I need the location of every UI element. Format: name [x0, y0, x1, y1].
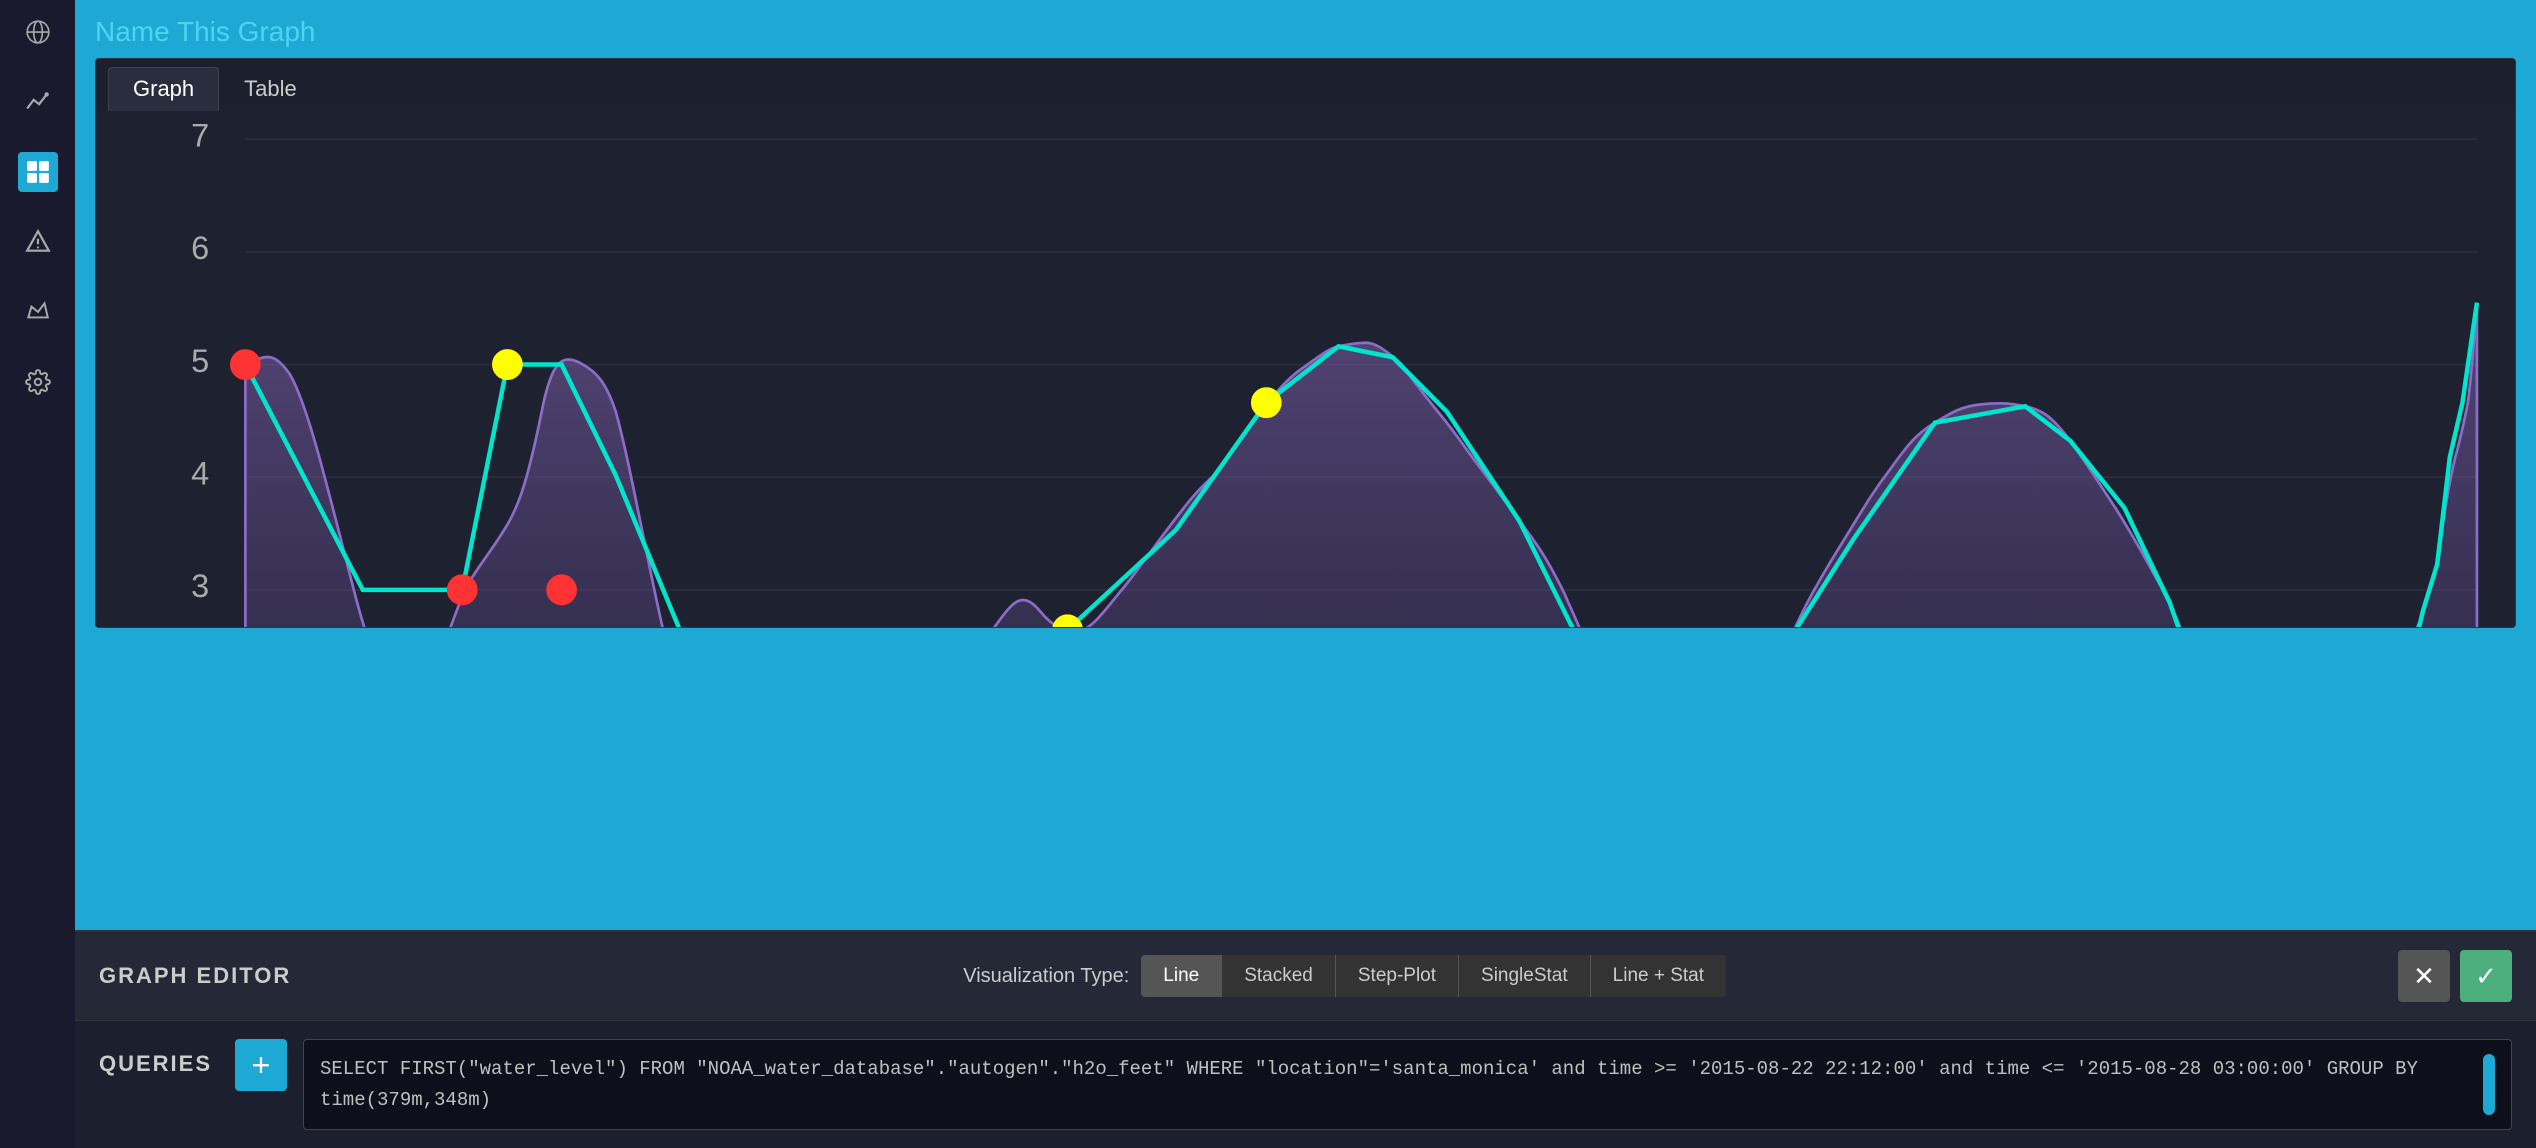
- chart-svg: 7 6 5 4 3 2 1 0: [146, 121, 2495, 628]
- confirm-button[interactable]: ✓: [2460, 950, 2512, 1002]
- add-query-button[interactable]: +: [235, 1039, 287, 1091]
- svg-text:3: 3: [191, 567, 209, 604]
- globe-icon: [25, 19, 51, 45]
- alert-icon: [25, 229, 51, 255]
- graph-tabs: Graph Table: [96, 59, 2515, 111]
- bottom-panel: GRAPH EDITOR Visualization Type: Line St…: [75, 930, 2536, 1148]
- viz-btn-stacked[interactable]: Stacked: [1222, 955, 1336, 997]
- svg-text:7: 7: [191, 121, 209, 153]
- tab-table[interactable]: Table: [219, 67, 322, 111]
- svg-text:6: 6: [191, 229, 209, 266]
- svg-text:5: 5: [191, 342, 209, 379]
- query-scrollbar[interactable]: [2483, 1054, 2495, 1115]
- close-button[interactable]: ✕: [2398, 950, 2450, 1002]
- editor-header: GRAPH EDITOR Visualization Type: Line St…: [75, 932, 2536, 1021]
- queries-section: QUERIES + SELECT FIRST("water_level") FR…: [75, 1021, 2536, 1148]
- viz-buttons: Line Stacked Step-Plot SingleStat Line +…: [1141, 955, 1726, 997]
- viz-btn-line[interactable]: Line: [1141, 955, 1222, 997]
- graph-line-icon: [25, 89, 51, 115]
- viz-type-label: Visualization Type:: [963, 965, 1129, 988]
- sidebar-item-alert[interactable]: [18, 222, 58, 262]
- dashboard-icon: [25, 159, 51, 185]
- sidebar: [0, 0, 75, 1148]
- sidebar-item-dashboard[interactable]: [18, 152, 58, 192]
- sidebar-item-crown[interactable]: [18, 292, 58, 332]
- graph-container: Graph Table 7 6 5 4 3 2 1 0: [95, 58, 2516, 628]
- viz-btn-step-plot[interactable]: Step-Plot: [1336, 955, 1459, 997]
- top-panel: Name This Graph Graph Table 7 6 5 4 3 2 …: [75, 0, 2536, 930]
- main-content: Name This Graph Graph Table 7 6 5 4 3 2 …: [75, 0, 2536, 1148]
- viz-type-section: Visualization Type: Line Stacked Step-Pl…: [963, 955, 1726, 997]
- sidebar-item-settings[interactable]: [18, 362, 58, 402]
- graph-title-area: Name This Graph: [95, 16, 2516, 48]
- tab-graph[interactable]: Graph: [108, 67, 219, 111]
- query-text: SELECT FIRST("water_level") FROM "NOAA_w…: [320, 1054, 2473, 1115]
- editor-title: GRAPH EDITOR: [99, 963, 291, 989]
- viz-btn-line-stat[interactable]: Line + Stat: [1591, 955, 1726, 997]
- settings-icon: [25, 369, 51, 395]
- viz-btn-singlestat[interactable]: SingleStat: [1459, 955, 1591, 997]
- chart-area: 7 6 5 4 3 2 1 0: [96, 111, 2515, 628]
- sidebar-item-globe[interactable]: [18, 12, 58, 52]
- graph-title[interactable]: Name This Graph: [95, 16, 315, 48]
- queries-label: QUERIES: [99, 1039, 219, 1077]
- sidebar-item-graph[interactable]: [18, 82, 58, 122]
- svg-text:4: 4: [191, 454, 209, 491]
- query-input-area[interactable]: SELECT FIRST("water_level") FROM "NOAA_w…: [303, 1039, 2512, 1130]
- crown-icon: [25, 299, 51, 325]
- editor-actions: ✕ ✓: [2398, 950, 2512, 1002]
